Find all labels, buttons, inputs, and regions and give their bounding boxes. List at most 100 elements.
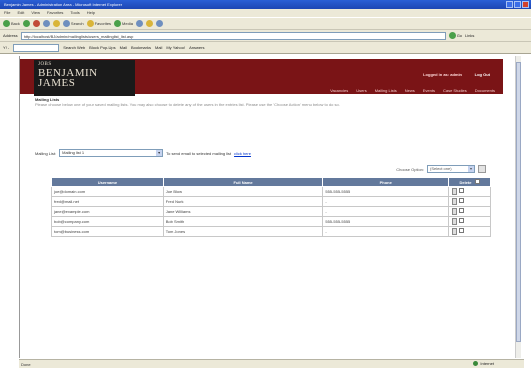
minimize-button[interactable] bbox=[506, 1, 513, 8]
yahoo-label: Y! - bbox=[3, 45, 10, 50]
menu-file[interactable]: File bbox=[4, 9, 10, 17]
home-button[interactable] bbox=[52, 20, 60, 27]
toolbar-link-myyahoo[interactable]: My Yahoo! bbox=[166, 45, 185, 50]
menu-tools[interactable]: Tools bbox=[70, 9, 79, 17]
edit-icon[interactable] bbox=[452, 228, 458, 236]
edit-icon[interactable] bbox=[452, 208, 458, 216]
browser-toolbar: Back Search Favorites Media bbox=[0, 17, 531, 30]
nav-news[interactable]: News bbox=[405, 88, 415, 93]
back-arrow-icon bbox=[3, 20, 10, 27]
cell-username: fred@mail.net bbox=[51, 196, 164, 207]
delete-checkbox[interactable] bbox=[459, 207, 465, 213]
col-delete-label: Delete bbox=[459, 180, 472, 185]
menu-favorites[interactable]: Favorites bbox=[47, 9, 63, 17]
block-popups-button[interactable]: Block Pop-Ups bbox=[89, 45, 115, 50]
toolbar-link-answers[interactable]: Answers bbox=[189, 45, 204, 50]
delete-checkbox[interactable] bbox=[459, 197, 465, 203]
address-input[interactable]: http://localhost/BJ/admin/mailinglists/u… bbox=[20, 31, 446, 40]
select-all-checkbox[interactable] bbox=[474, 179, 480, 184]
cell-phone: 555-555-5555 bbox=[322, 186, 450, 197]
go-button[interactable]: Go bbox=[448, 32, 462, 39]
site-header: JOBS BENJAMIN JAMES Logged in as: admin … bbox=[20, 59, 503, 96]
print-button[interactable] bbox=[155, 20, 163, 27]
cell-username: joe@domain.com bbox=[51, 186, 164, 197]
toolbar-link-mail-2[interactable]: Mail bbox=[155, 45, 162, 50]
stop-button[interactable] bbox=[32, 20, 40, 27]
delete-checkbox[interactable] bbox=[459, 217, 465, 223]
back-button[interactable]: Back bbox=[3, 20, 20, 27]
address-label: Address bbox=[3, 33, 18, 38]
page-description: Please choose below one of your saved ma… bbox=[35, 102, 340, 107]
forward-button[interactable] bbox=[22, 20, 30, 27]
table-row: joe@domain.com Joe Blow 555-555-5555 bbox=[51, 186, 491, 197]
menu-bar: File Edit View Favorites Tools Help bbox=[0, 9, 531, 17]
cell-username: jane@example.com bbox=[51, 206, 164, 217]
cell-phone: - bbox=[322, 226, 450, 237]
globe-icon bbox=[473, 361, 479, 366]
page-viewport: JOBS BENJAMIN JAMES Logged in as: admin … bbox=[19, 56, 516, 358]
vertical-scrollbar[interactable] bbox=[515, 56, 521, 358]
nav-case-studies[interactable]: Case Studies bbox=[443, 88, 467, 93]
links-label[interactable]: Links bbox=[465, 33, 474, 38]
close-button[interactable] bbox=[522, 1, 529, 8]
col-delete[interactable]: Delete bbox=[448, 177, 491, 187]
cell-username: tom@business.com bbox=[51, 226, 164, 237]
menu-edit[interactable]: Edit bbox=[17, 9, 24, 17]
search-button[interactable]: Search bbox=[62, 20, 84, 27]
star-icon bbox=[86, 20, 94, 27]
choose-option-select[interactable]: (Select one) ▾ bbox=[427, 165, 475, 173]
toolbar-link-bookmarks[interactable]: Bookmarks bbox=[131, 45, 151, 50]
toolbar-search-input[interactable] bbox=[13, 43, 60, 52]
choose-option-label: Choose Option: bbox=[396, 166, 424, 172]
menu-help[interactable]: Help bbox=[87, 9, 95, 17]
edit-icon[interactable] bbox=[452, 198, 458, 206]
table-row: fred@mail.net Fred Nurk - bbox=[51, 196, 491, 207]
chevron-down-icon: ▾ bbox=[156, 150, 163, 156]
search-web-button[interactable]: Search Web bbox=[63, 45, 85, 50]
mailing-list-select[interactable]: Mailing list 1 ▾ bbox=[59, 149, 164, 157]
cell-username: bob@company.com bbox=[51, 216, 164, 227]
edit-icon[interactable] bbox=[452, 218, 458, 226]
history-icon bbox=[135, 20, 143, 27]
col-fullname[interactable]: Full Name bbox=[162, 177, 324, 187]
col-username[interactable]: Username bbox=[51, 177, 164, 187]
history-button[interactable] bbox=[135, 20, 143, 27]
nav-users[interactable]: Users bbox=[356, 88, 366, 93]
send-email-link[interactable]: click here bbox=[234, 151, 251, 156]
table-row: bob@company.com Bob Smith 555-555-5555 bbox=[51, 216, 491, 227]
nav-vacancies[interactable]: Vacancies bbox=[330, 88, 348, 93]
cell-delete bbox=[448, 226, 491, 237]
status-bar: Done Internet bbox=[19, 359, 524, 368]
refresh-button[interactable] bbox=[42, 20, 50, 27]
nav-events[interactable]: Events bbox=[423, 88, 435, 93]
cell-delete bbox=[448, 206, 491, 217]
toolbar-link-mail[interactable]: Mail bbox=[120, 45, 127, 50]
nav-documents[interactable]: Documents bbox=[475, 88, 495, 93]
search-icon bbox=[62, 20, 70, 27]
go-arrow-icon bbox=[448, 32, 456, 39]
stop-icon bbox=[32, 20, 40, 27]
delete-checkbox[interactable] bbox=[459, 187, 465, 193]
printer-icon bbox=[155, 20, 163, 27]
mail-button[interactable] bbox=[145, 20, 153, 27]
maximize-button[interactable] bbox=[514, 1, 521, 8]
favorites-button[interactable]: Favorites bbox=[86, 20, 111, 27]
delete-checkbox[interactable] bbox=[459, 227, 465, 233]
cell-phone: - bbox=[322, 196, 450, 207]
nav-mailing-lists[interactable]: Mailing Lists bbox=[375, 88, 397, 93]
cell-fullname: Fred Nurk bbox=[162, 196, 324, 207]
edit-icon[interactable] bbox=[452, 188, 458, 196]
site-logo[interactable]: JOBS BENJAMIN JAMES bbox=[34, 60, 135, 96]
logo-line-2: JAMES bbox=[38, 77, 76, 89]
forward-arrow-icon bbox=[22, 20, 30, 27]
menu-view[interactable]: View bbox=[31, 9, 40, 17]
logout-link[interactable]: Log Out bbox=[475, 72, 490, 77]
mail-icon bbox=[145, 20, 153, 27]
cell-fullname: Joe Blow bbox=[162, 186, 324, 197]
apply-option-button[interactable] bbox=[478, 165, 486, 173]
table-header-row: Username Full Name Phone Delete bbox=[51, 177, 491, 187]
col-phone[interactable]: Phone bbox=[322, 177, 450, 187]
main-nav: Vacancies Users Mailing Lists News Event… bbox=[330, 88, 495, 93]
scrollbar-thumb[interactable] bbox=[516, 62, 521, 342]
media-button[interactable]: Media bbox=[114, 20, 133, 27]
